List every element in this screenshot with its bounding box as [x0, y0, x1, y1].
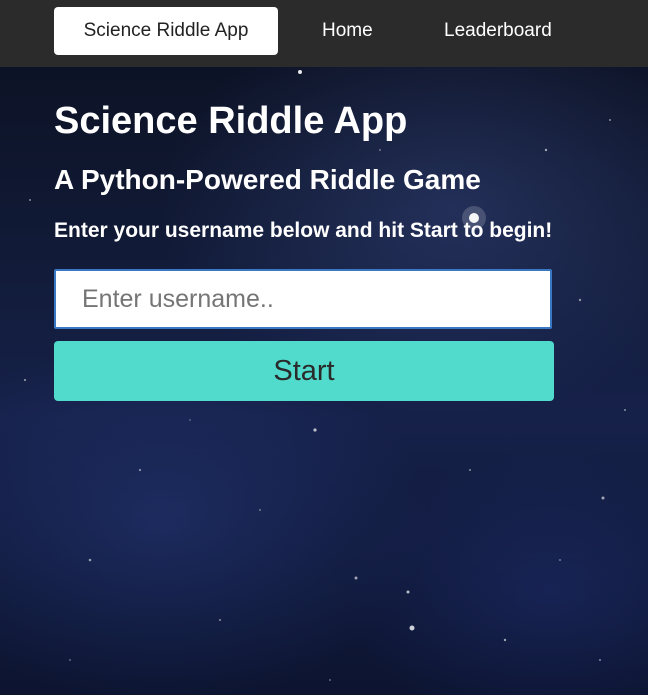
start-button[interactable]: Start — [54, 341, 554, 401]
page-title: Science Riddle App — [54, 100, 408, 142]
username-input[interactable] — [54, 269, 552, 329]
navbar: Science Riddle App Home Leaderboard — [0, 0, 648, 67]
page-subtitle: A Python-Powered Riddle Game — [54, 164, 481, 195]
nav-brand-button[interactable]: Science Riddle App — [54, 7, 278, 55]
main-content: Science Riddle App A Python-Powered Ridd… — [54, 95, 624, 401]
nav-home-link[interactable]: Home — [322, 7, 373, 55]
instruction-text: Enter your username below and hit Start … — [54, 219, 553, 242]
nav-leaderboard-link[interactable]: Leaderboard — [444, 7, 552, 55]
